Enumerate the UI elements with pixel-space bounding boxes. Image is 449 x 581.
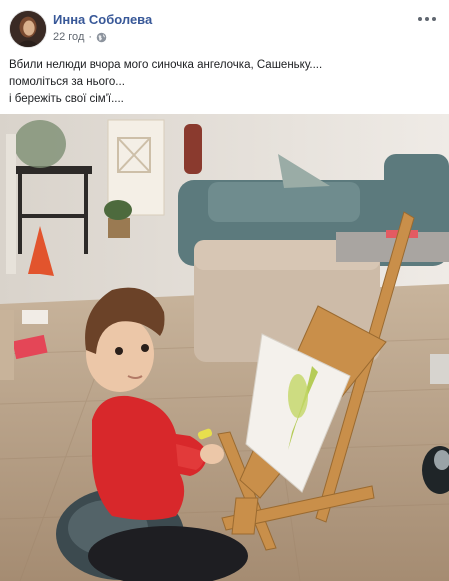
post-text: Вбили нелюди вчора мого синочка ангелочк… [9, 57, 439, 108]
post-meta: 22 год · [53, 31, 107, 43]
post-text-line-3: і бережіть свої сім'ї.... [9, 93, 124, 105]
post-text-line-2: помоліться за нього... [9, 76, 125, 88]
post-text-line-1: Вбили нелюди вчора мого синочка ангелочк… [9, 59, 323, 71]
author-name[interactable]: Инна Соболева [53, 12, 152, 27]
photo-child-painting [0, 114, 449, 581]
post-timestamp[interactable]: 22 год [53, 31, 84, 43]
post-photo[interactable] [0, 114, 449, 581]
facebook-post: Инна Соболева 22 год · Вбили нелюди вчор… [0, 0, 449, 581]
meta-separator: · [88, 31, 93, 43]
post-header: Инна Соболева 22 год · [9, 10, 439, 50]
more-options-icon[interactable] [415, 10, 439, 28]
globe-icon[interactable] [96, 32, 107, 43]
author-avatar[interactable] [9, 10, 47, 48]
